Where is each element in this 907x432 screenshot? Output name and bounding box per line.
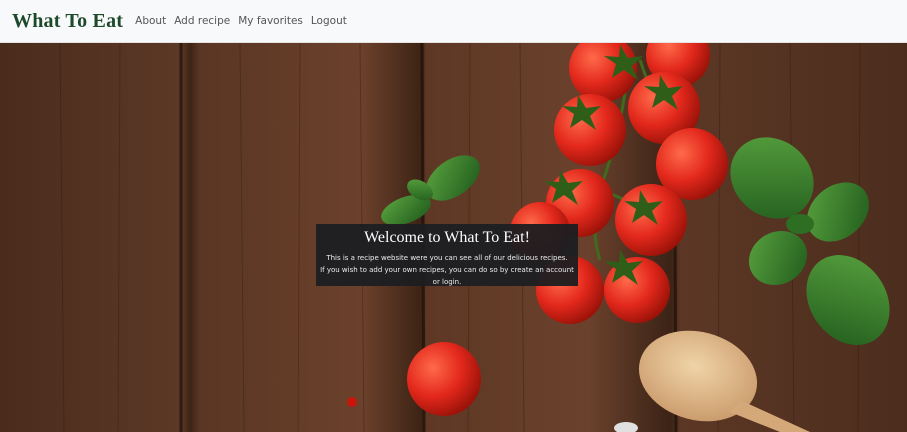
navbar: What To Eat About Add recipe My favorite… (0, 0, 907, 43)
nav-link-about[interactable]: About (135, 15, 166, 27)
welcome-text-line-1: This is a recipe website were you can se… (326, 254, 568, 262)
hero-background: Welcome to What To Eat! This is a recipe… (0, 43, 907, 432)
nav-link-my-favorites[interactable]: My favorites (238, 15, 303, 27)
nav-link-logout[interactable]: Logout (311, 15, 347, 27)
welcome-box: Welcome to What To Eat! This is a recipe… (316, 224, 578, 286)
welcome-title: Welcome to What To Eat! (364, 229, 530, 246)
nav-link-add-recipe[interactable]: Add recipe (174, 15, 230, 27)
brand-logo[interactable]: What To Eat (12, 10, 123, 33)
welcome-text-line-2: If you wish to add your own recipes, you… (320, 266, 574, 286)
